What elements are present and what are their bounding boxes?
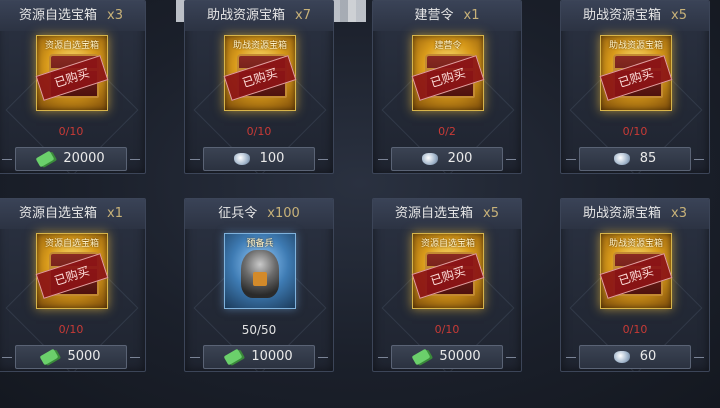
item-title: 资源自选宝箱 x1 [0,199,145,229]
cash-icon [35,150,55,167]
price-value: 5000 [67,349,101,364]
soldier-icon [241,250,279,298]
purchase-limit: 0/2 [438,125,456,138]
price-button[interactable]: 50000 [378,345,516,369]
price-value: 60 [639,349,657,364]
purchase-limit: 0/10 [622,125,648,138]
price-button[interactable]: 85 [566,147,704,171]
item-title: 助战资源宝箱 x5 [561,1,709,31]
purchase-limit: 0/10 [434,323,460,336]
price-value: 20000 [63,151,105,166]
item-icon-label: 建营令 [434,41,462,51]
item-quantity: x1 [463,8,480,23]
item-title: 资源自选宝箱 x3 [0,1,145,31]
shop-item-card[interactable]: 资源自选宝箱 x3 资源自选宝箱 已购买 0/10 20000 [0,0,146,174]
item-icon-label: 资源自选宝箱 [420,239,475,249]
item-quantity: x3 [671,206,687,221]
item-quantity: x3 [107,8,123,23]
price-value: 100 [259,151,285,166]
price-button[interactable]: 10000 [190,345,328,369]
silver-icon [613,152,630,165]
shop-item-card[interactable]: 助战资源宝箱 x7 助战资源宝箱 已购买 0/10 100 [184,0,334,174]
item-icon-label: 预备兵 [246,239,274,249]
price-value: 85 [639,151,657,166]
item-name: 资源自选宝箱 [395,206,474,221]
item-name: 征兵令 [218,206,258,221]
price-button[interactable]: 100 [190,147,328,171]
purchase-limit: 0/10 [58,323,84,336]
price-value: 10000 [251,349,293,364]
item-quantity: x7 [295,8,311,23]
purchase-limit: 0/10 [246,125,272,138]
price-button[interactable]: 200 [378,147,516,171]
purchase-limit: 0/10 [58,125,84,138]
item-quantity: x5 [671,8,687,23]
purchase-limit: 50/50 [241,323,277,337]
item-quantity: x1 [107,206,123,221]
item-icon-label: 资源自选宝箱 [44,41,99,51]
item-title: 征兵令 x100 [185,199,333,229]
item-icon-label: 助战资源宝箱 [232,41,287,51]
shop-item-card[interactable]: 助战资源宝箱 x3 助战资源宝箱 已购买 0/10 60 [560,198,710,372]
cash-icon [223,348,243,365]
item-name: 助战资源宝箱 [583,206,662,221]
item-quantity: x100 [267,206,300,221]
silver-icon [421,152,438,165]
shop-grid: 资源自选宝箱 x3 资源自选宝箱 已购买 0/10 20000 助战资源宝箱 x7 助战资源宝箱… [0,0,720,408]
shop-item-card[interactable]: 资源自选宝箱 x5 资源自选宝箱 已购买 0/10 50000 [372,198,522,372]
purchase-limit: 0/10 [622,323,648,336]
item-name: 助战资源宝箱 [207,8,286,23]
price-button[interactable]: 60 [566,345,704,369]
price-button[interactable]: 20000 [2,147,140,171]
item-title: 建营令 x1 [373,1,521,31]
cash-icon [411,348,431,365]
item-quantity: x5 [483,206,499,221]
cash-icon [40,348,59,365]
item-title: 资源自选宝箱 x5 [373,199,521,229]
shop-item-card[interactable]: 征兵令 x100 预备兵 50/50 10000 [184,198,334,372]
price-value: 50000 [439,349,481,364]
item-title: 助战资源宝箱 x3 [561,199,709,229]
item-title: 助战资源宝箱 x7 [185,1,333,31]
item-icon-label: 助战资源宝箱 [608,239,663,249]
item-icon-label: 资源自选宝箱 [44,239,99,249]
item-name: 资源自选宝箱 [19,206,98,221]
silver-icon [613,350,630,363]
price-value: 200 [447,151,473,166]
shop-item-card[interactable]: 建营令 x1 建营令 已购买 0/2 200 [372,0,522,174]
item-name: 建营令 [414,8,454,23]
shop-item-card[interactable]: 资源自选宝箱 x1 资源自选宝箱 已购买 0/10 5000 [0,198,146,372]
shop-item-card[interactable]: 助战资源宝箱 x5 助战资源宝箱 已购买 0/10 85 [560,0,710,174]
item-icon[interactable]: 预备兵 [224,233,296,309]
item-name: 资源自选宝箱 [19,8,98,23]
price-button[interactable]: 5000 [2,345,140,369]
silver-icon [233,152,250,165]
item-icon-label: 助战资源宝箱 [608,41,663,51]
item-name: 助战资源宝箱 [583,8,662,23]
